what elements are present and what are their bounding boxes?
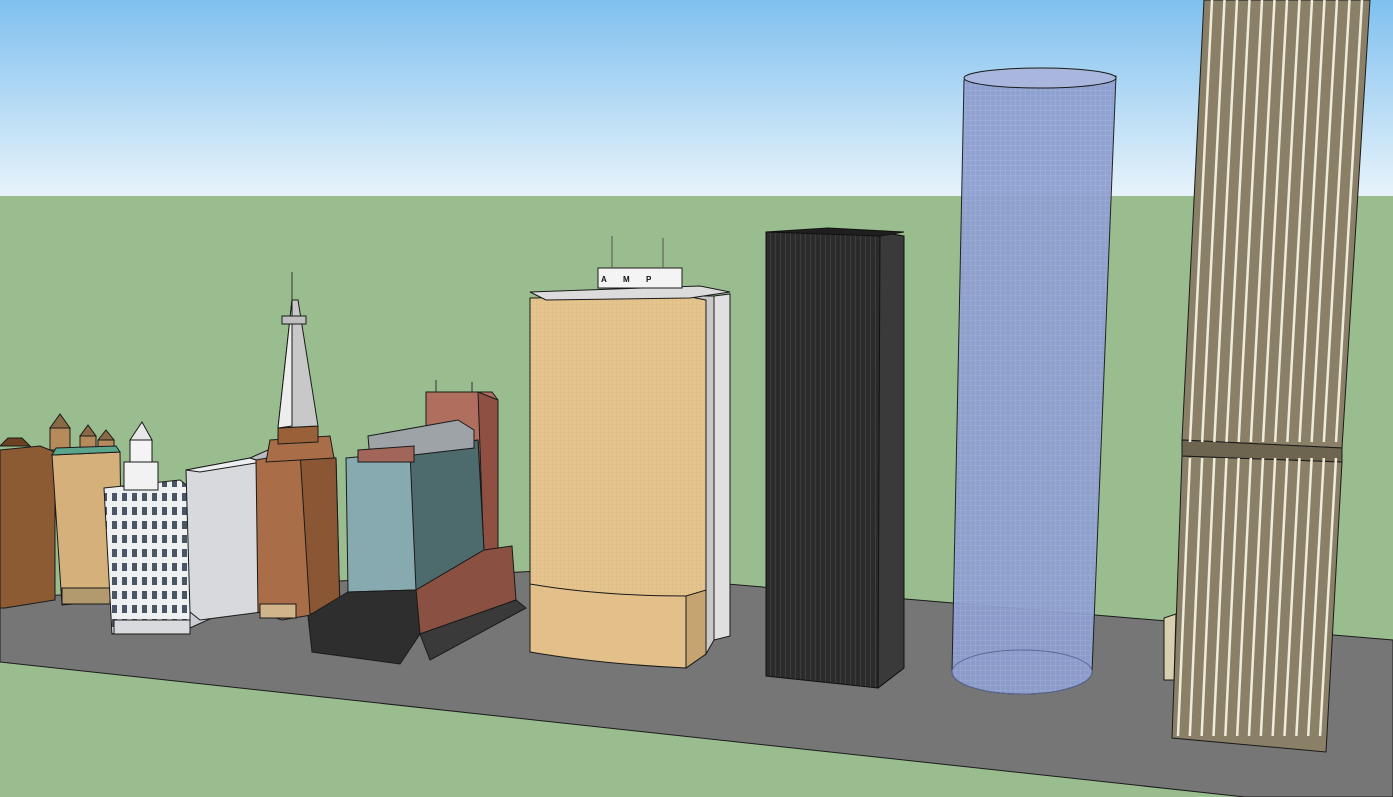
sky bbox=[0, 0, 1393, 196]
grey-block bbox=[185, 449, 269, 621]
cylinder-tower bbox=[951, 67, 1117, 695]
black-tower bbox=[765, 227, 905, 690]
amp-sign-letter-p: P bbox=[646, 275, 652, 284]
amp-tower: A M P bbox=[529, 236, 731, 669]
heritage-building-row bbox=[0, 413, 123, 609]
amp-sign-letter-m: M bbox=[623, 275, 630, 284]
amp-sign-letter-a: A bbox=[601, 275, 607, 284]
amp-sign bbox=[597, 267, 683, 289]
city-model-viewport[interactable]: A M P bbox=[0, 0, 1393, 797]
